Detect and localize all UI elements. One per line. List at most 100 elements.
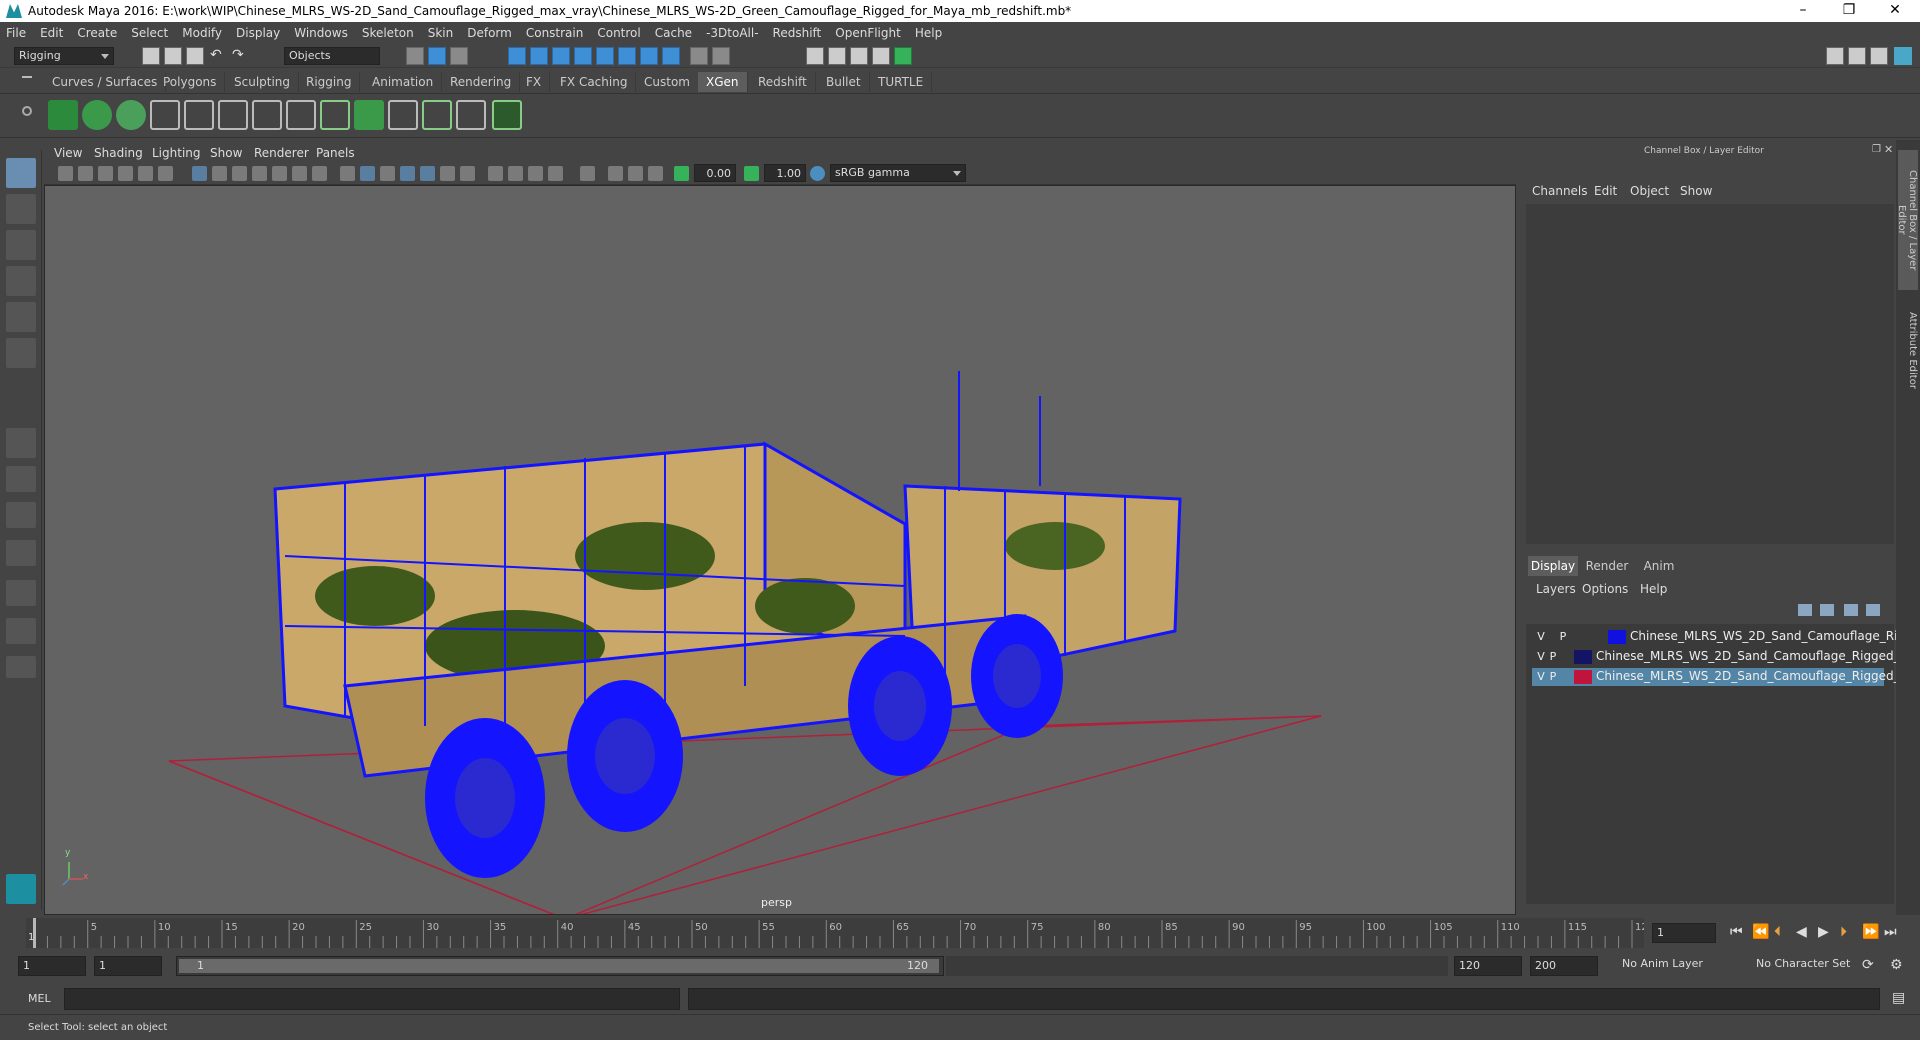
menuset-dropdown[interactable]: Rigging: [14, 47, 114, 65]
ipr-render-icon[interactable]: [850, 47, 868, 65]
layer-playback-toggle[interactable]: P: [1556, 629, 1570, 644]
menu-skeleton[interactable]: Skeleton: [362, 26, 414, 40]
film-gate-icon[interactable]: [212, 166, 227, 181]
open-scene-icon[interactable]: [164, 47, 182, 65]
xgen-create-description-icon[interactable]: [116, 100, 146, 130]
move-tool-icon[interactable]: [6, 266, 36, 296]
snap-grid-icon[interactable]: [508, 47, 526, 65]
xray-components-icon[interactable]: [648, 166, 663, 181]
options-menu[interactable]: Options: [1582, 582, 1628, 596]
auto-key-icon[interactable]: ⟳: [1862, 957, 1874, 973]
rotate-tool-icon[interactable]: [6, 302, 36, 332]
multisample-aa-icon[interactable]: [528, 166, 543, 181]
shelf-tab-bullet[interactable]: Bullet: [818, 72, 870, 92]
range-slider-handle[interactable]: [179, 959, 939, 973]
maximize-button[interactable]: ❐: [1826, 0, 1872, 22]
outliner-layout-icon[interactable]: [6, 618, 36, 644]
panel-menu-shading[interactable]: Shading: [94, 146, 143, 160]
new-scene-icon[interactable]: [142, 47, 160, 65]
layer-visibility-toggle[interactable]: V: [1534, 629, 1548, 644]
layer-color-swatch[interactable]: [1608, 630, 1626, 644]
exposure-field[interactable]: 0.00: [694, 164, 736, 182]
shelf-tab-animation[interactable]: Animation: [364, 72, 443, 92]
move-layer-up-icon[interactable]: [1798, 604, 1812, 616]
motion-blur-icon[interactable]: [508, 166, 523, 181]
default-material-icon[interactable]: [380, 166, 395, 181]
safe-title-icon[interactable]: [312, 166, 327, 181]
menu-edit[interactable]: Edit: [40, 26, 63, 40]
shelf-settings-icon[interactable]: [22, 106, 32, 116]
select-object-icon[interactable]: [428, 47, 446, 65]
exposure-icon[interactable]: [674, 166, 689, 181]
xray-icon[interactable]: [608, 166, 623, 181]
layer-playback-toggle[interactable]: P: [1546, 649, 1560, 664]
close-panel-icon[interactable]: ✕: [1884, 143, 1893, 156]
playback-end-field[interactable]: 120: [1454, 956, 1522, 976]
viewport-persp[interactable]: x y persp: [44, 185, 1516, 915]
attribute-editor-toggle-icon[interactable]: [1870, 47, 1888, 65]
menu-create[interactable]: Create: [77, 26, 117, 40]
menu-select[interactable]: Select: [131, 26, 168, 40]
xgen-editor-icon[interactable]: [48, 100, 78, 130]
grease-pencil-icon[interactable]: [158, 166, 173, 181]
layer-playback-toggle[interactable]: P: [1546, 669, 1560, 684]
step-back-key-icon[interactable]: ⏪: [1752, 924, 1769, 940]
range-slider[interactable]: 1 120: [176, 956, 944, 976]
panel-menu-panels[interactable]: Panels: [316, 146, 355, 160]
channel-box-toggle-icon[interactable]: [1894, 47, 1912, 65]
xgen-place-guides-icon[interactable]: [150, 100, 180, 130]
character-set-dropdown[interactable]: No Character Set: [1752, 956, 1874, 974]
playback-start-field[interactable]: 1: [94, 956, 162, 976]
time-slider[interactable]: 5 10 15 20 25 30 35 40 45 50 55 60 65 70 75 80 85 90 95 100…: [26, 918, 1654, 948]
step-back-frame-icon[interactable]: ⏴: [1774, 924, 1781, 940]
shelf-tab-polygons[interactable]: Polygons: [155, 72, 226, 92]
object-menu[interactable]: Object: [1630, 184, 1669, 198]
workspace-icon[interactable]: [1826, 47, 1844, 65]
render-frame-icon[interactable]: [828, 47, 846, 65]
selection-mask-dropdown[interactable]: Objects: [284, 47, 380, 65]
depth-of-field-icon[interactable]: [548, 166, 563, 181]
shelf-tab-fx[interactable]: FX: [518, 72, 551, 92]
lasso-tool-icon[interactable]: [6, 194, 36, 224]
truck-model[interactable]: [273, 371, 1182, 878]
anim-layer-dropdown[interactable]: No Anim Layer: [1618, 956, 1744, 974]
snap-edge-icon[interactable]: [640, 47, 658, 65]
help-menu[interactable]: Help: [1640, 582, 1667, 596]
menu-constrain[interactable]: Constrain: [526, 26, 584, 40]
menu-display[interactable]: Display: [236, 26, 280, 40]
two-d-pan-zoom-icon[interactable]: [138, 166, 153, 181]
wireframe-icon[interactable]: [340, 166, 355, 181]
snap-curve-icon[interactable]: [530, 47, 548, 65]
resolution-gate-icon[interactable]: [232, 166, 247, 181]
menu-windows[interactable]: Windows: [294, 26, 348, 40]
gate-mask-icon[interactable]: [252, 166, 267, 181]
shelf-tab-curves-surfaces[interactable]: Curves / Surfaces: [44, 72, 167, 92]
save-scene-icon[interactable]: [186, 47, 204, 65]
use-all-lights-icon[interactable]: [440, 166, 455, 181]
four-view-layout-icon[interactable]: [6, 466, 36, 492]
layer-row[interactable]: V P Chinese_MLRS_WS_2D_Sand_Camouflage_R…: [1532, 628, 1920, 646]
persp-outliner-layout-icon[interactable]: [6, 580, 36, 606]
channels-menu[interactable]: Channels: [1532, 184, 1588, 198]
panel-menu-show[interactable]: Show: [210, 146, 242, 160]
step-forward-key-icon[interactable]: ⏩: [1862, 924, 1879, 940]
camera-select-icon[interactable]: [58, 166, 73, 181]
side-tab-channel-box[interactable]: Channel Box / Layer Editor: [1896, 150, 1918, 290]
xgen-convert-icon[interactable]: [456, 100, 486, 130]
shelf-tab-xgen[interactable]: XGen: [698, 72, 748, 92]
menu-openflight[interactable]: OpenFlight: [835, 26, 901, 40]
layer-row[interactable]: V P Chinese_MLRS_WS_2D_Sand_Camouflage_R…: [1532, 648, 1920, 666]
layers-menu[interactable]: Layers: [1536, 582, 1576, 596]
scene-end-field[interactable]: 200: [1530, 956, 1598, 976]
field-chart-icon[interactable]: [272, 166, 287, 181]
single-view-layout-icon[interactable]: [6, 428, 36, 458]
gamma-icon[interactable]: [744, 166, 759, 181]
step-forward-frame-icon[interactable]: ⏵: [1840, 924, 1847, 940]
command-language-label[interactable]: MEL: [28, 992, 51, 1005]
command-input[interactable]: [64, 988, 680, 1010]
input-ops-icon[interactable]: [712, 47, 730, 65]
snap-live-icon[interactable]: [596, 47, 614, 65]
current-frame-field[interactable]: 1: [1652, 923, 1716, 943]
menu-control[interactable]: Control: [597, 26, 640, 40]
render-view-icon[interactable]: [872, 47, 890, 65]
